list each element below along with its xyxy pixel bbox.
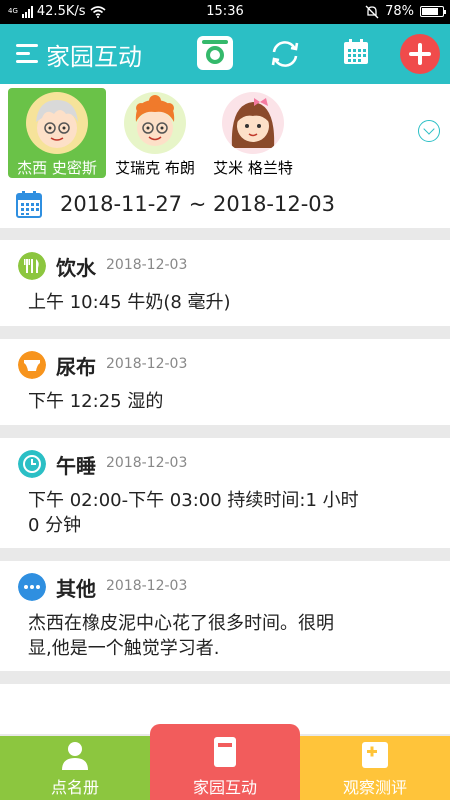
app-bar: 家园互动: [0, 24, 450, 84]
record-date: 2018-12-03: [106, 578, 188, 594]
diaper-icon: [18, 351, 46, 379]
chevron-down-icon[interactable]: [418, 120, 440, 142]
record-card-diaper[interactable]: 尿布 2018-12-03 下午 12:25 湿的: [0, 339, 450, 425]
refresh-button[interactable]: [268, 37, 302, 71]
record-body: 下午 12:25 湿的: [28, 391, 164, 412]
child-name: 艾瑞克 布朗: [115, 159, 195, 177]
date-range-text[interactable]: 2018-11-27 ~ 2018-12-03: [60, 192, 335, 216]
record-body: 下午 02:00-下午 03:00 持续时间:1 小时 0 分钟: [28, 488, 430, 538]
avatar: [222, 92, 284, 154]
camera-icon: [202, 40, 228, 44]
child-amy[interactable]: 艾米 格兰特: [206, 88, 300, 178]
child-name: 杰西 史密斯: [17, 159, 97, 177]
tab-label: 点名册: [50, 778, 99, 797]
record-date: 2018-12-03: [106, 455, 188, 471]
tab-observation[interactable]: 观察测评: [300, 736, 450, 800]
utensils-icon: [18, 252, 46, 280]
battery-percent: 78%: [385, 4, 414, 19]
record-body-line: 显,他是一个触觉学习者.: [28, 638, 220, 659]
record-body: 上午 10:45 牛奶(8 毫升): [28, 292, 231, 313]
bottom-nav: 点名册 家园互动 观察测评: [0, 724, 450, 800]
child-eric[interactable]: 艾瑞克 布朗: [108, 88, 202, 178]
camera-button[interactable]: [197, 36, 233, 70]
child-name: 艾米 格兰特: [213, 159, 293, 177]
child-selector: 杰西 史密斯 艾瑞克 布朗 艾米 格兰特: [0, 84, 450, 182]
tab-label: 家园互动: [192, 778, 257, 797]
child-jesse[interactable]: 杰西 史密斯: [8, 88, 106, 178]
avatar: [124, 92, 186, 154]
battery-icon: [420, 6, 446, 17]
calendar-icon[interactable]: [16, 190, 42, 218]
more-icon: [18, 573, 46, 601]
clock-icon: [18, 450, 46, 478]
record-body: 杰西在橡皮泥中心花了很多时间。很明 显,他是一个触觉学习者.: [28, 611, 430, 661]
avatar: [26, 92, 88, 154]
tab-label: 观察测评: [342, 778, 407, 797]
menu-icon[interactable]: [16, 41, 40, 65]
record-body-line: 杰西在橡皮泥中心花了很多时间。很明: [28, 613, 334, 634]
add-note-icon: [362, 742, 388, 768]
calendar-button[interactable]: [341, 37, 371, 67]
person-icon: [62, 742, 88, 770]
page-title: 家园互动: [46, 43, 142, 71]
record-card-nap[interactable]: 午睡 2018-12-03 下午 02:00-下午 03:00 持续时间:1 小…: [0, 438, 450, 548]
record-card-other[interactable]: 其他 2018-12-03 杰西在橡皮泥中心花了很多时间。很明 显,他是一个触觉…: [0, 561, 450, 671]
record-title: 午睡: [56, 454, 96, 478]
mute-icon: [365, 5, 379, 18]
record-body-line: 下午 02:00-下午 03:00 持续时间:1 小时: [28, 490, 359, 511]
record-date: 2018-12-03: [106, 257, 188, 273]
record-title: 饮水: [56, 256, 96, 280]
record-date: 2018-12-03: [106, 356, 188, 372]
tab-home-school[interactable]: 家园互动: [150, 724, 300, 800]
record-title: 尿布: [56, 355, 96, 379]
record-body-line: 0 分钟: [28, 515, 82, 536]
status-bar: 4G 42.5K/s 15:36 78%: [0, 0, 450, 24]
notebook-icon: [214, 737, 236, 767]
record-card-drinking[interactable]: 饮水 2018-12-03 上午 10:45 牛奶(8 毫升): [0, 240, 450, 326]
tab-roll-call[interactable]: 点名册: [0, 736, 150, 800]
date-range-bar: 2018-11-27 ~ 2018-12-03: [0, 182, 450, 228]
add-button[interactable]: [400, 34, 440, 74]
record-title: 其他: [56, 577, 96, 601]
